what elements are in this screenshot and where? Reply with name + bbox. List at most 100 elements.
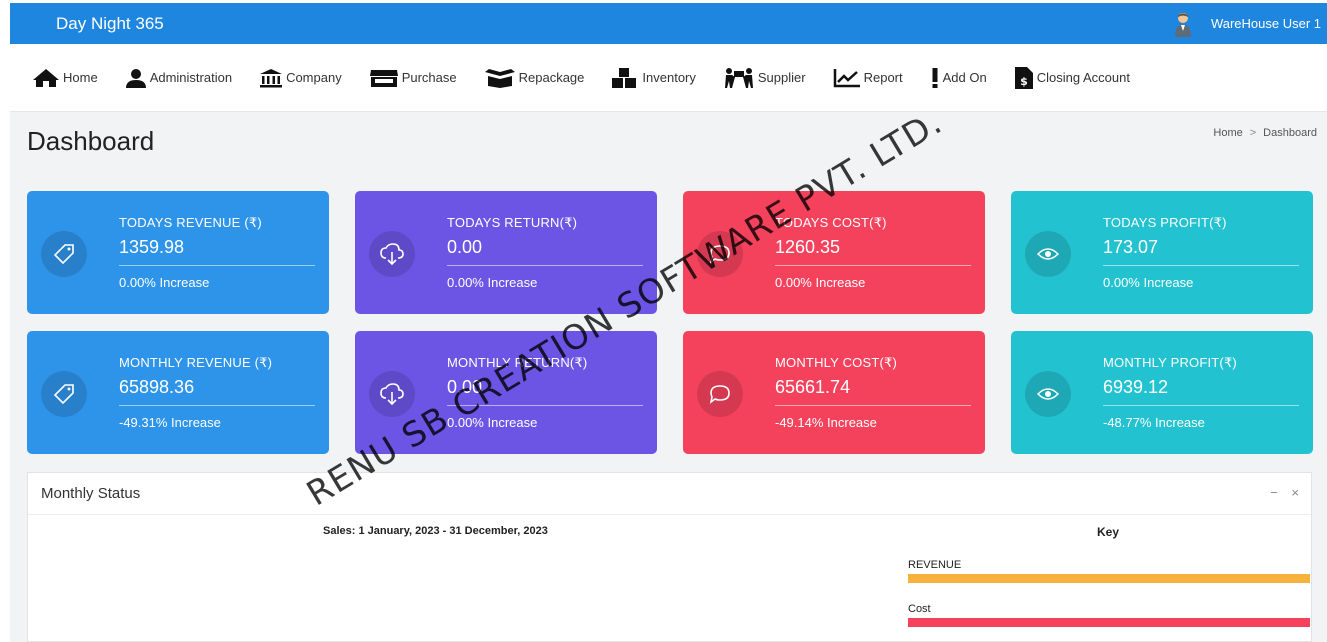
panel-tools: − × (1260, 485, 1299, 500)
page-title: Dashboard (27, 126, 155, 156)
nav-add-on-label: Add On (942, 70, 987, 85)
card-todays-revenue[interactable]: TODAYS REVENUE (₹) 1359.98 0.00% Increas… (27, 191, 329, 314)
card-value: 65661.74 (775, 377, 851, 397)
app-frame: Day Night 365 WareHouse User 1 Home Admi… (10, 3, 1327, 642)
card-change: 0.00% Increase (447, 275, 538, 290)
nav-administration[interactable]: Administration (125, 68, 232, 88)
eye-icon (1025, 371, 1071, 417)
card-value: 0.00 (447, 237, 483, 257)
nav-supplier[interactable]: Supplier (723, 67, 806, 89)
breadcrumb: Home > Dashboard (1213, 127, 1317, 139)
nav-supplier-label: Supplier (757, 70, 806, 85)
card-divider (775, 405, 971, 406)
card-label: TODAYS PROFIT(₹) (1103, 215, 1227, 230)
card-label: TODAYS RETURN(₹) (447, 215, 578, 230)
nav-purchase[interactable]: Purchase (369, 68, 457, 88)
card-label: MONTHLY REVENUE (₹) (119, 355, 273, 370)
card-todays-cost[interactable]: TODAYS COST(₹) 1260.35 0.00% Increase (683, 191, 985, 314)
card-monthly-revenue[interactable]: MONTHLY REVENUE (₹) 65898.36 -49.31% Inc… (27, 331, 329, 454)
card-divider (119, 405, 315, 406)
speech-bubble-icon (697, 231, 743, 277)
card-divider (1103, 265, 1299, 266)
card-todays-profit[interactable]: TODAYS PROFIT(₹) 173.07 0.00% Increase (1011, 191, 1313, 314)
top-bar: Day Night 365 WareHouse User 1 (10, 3, 1327, 44)
main-nav: Home Administration Company Purchase Rep… (10, 44, 1327, 112)
people-carry-icon (724, 67, 753, 88)
home-icon (33, 68, 59, 87)
speech-bubble-icon (697, 371, 743, 417)
eye-icon (1025, 231, 1071, 277)
bank-icon (260, 68, 283, 87)
nav-inventory-label: Inventory (642, 70, 696, 85)
app-brand[interactable]: Day Night 365 (10, 14, 164, 34)
card-divider (1103, 405, 1299, 406)
card-monthly-cost[interactable]: MONTHLY COST(₹) 65661.74 -49.14% Increas… (683, 331, 985, 454)
legend-label-revenue: REVENUE (908, 559, 962, 571)
breadcrumb-separator: > (1249, 127, 1257, 139)
nav-company[interactable]: Company (259, 68, 342, 88)
card-label: TODAYS COST(₹) (775, 215, 887, 230)
breadcrumb-home[interactable]: Home (1213, 127, 1242, 139)
key-title: Key (1097, 525, 1120, 539)
breadcrumb-current: Dashboard (1263, 127, 1317, 139)
nav-add-on[interactable]: Add On (930, 67, 987, 89)
card-change: 0.00% Increase (119, 275, 210, 290)
close-icon[interactable]: × (1291, 485, 1299, 500)
card-label: MONTHLY RETURN(₹) (447, 355, 588, 370)
nav-repackage-label: Repackage (518, 70, 585, 85)
card-change: -49.14% Increase (775, 415, 877, 430)
card-todays-return[interactable]: TODAYS RETURN(₹) 0.00 0.00% Increase (355, 191, 657, 314)
nav-company-label: Company (286, 70, 342, 85)
exclamation-icon (932, 67, 938, 88)
card-change: -48.77% Increase (1103, 415, 1205, 430)
tag-icon (41, 371, 87, 417)
user-menu[interactable]: WareHouse User 1 (1173, 3, 1327, 44)
svg-text:$: $ (1020, 75, 1028, 88)
user-icon (125, 68, 146, 88)
nav-repackage[interactable]: Repackage (484, 68, 585, 88)
card-value: 1359.98 (119, 237, 185, 257)
invoice-dollar-icon: $ (1014, 66, 1033, 89)
cloud-download-icon (369, 231, 415, 277)
card-label: MONTHLY PROFIT(₹) (1103, 355, 1237, 370)
user-name: WareHouse User 1 (1210, 16, 1321, 31)
nav-home-label: Home (63, 70, 98, 85)
tag-icon (41, 231, 87, 277)
card-label: MONTHLY COST(₹) (775, 355, 898, 370)
nav-home[interactable]: Home (32, 68, 98, 88)
boxes-icon (612, 67, 637, 88)
card-monthly-profit[interactable]: MONTHLY PROFIT(₹) 6939.12 -48.77% Increa… (1011, 331, 1313, 454)
sales-range-title: Sales: 1 January, 2023 - 31 December, 20… (323, 525, 548, 537)
nav-report[interactable]: Report (833, 68, 903, 88)
minimize-icon[interactable]: − (1270, 485, 1278, 500)
card-monthly-return[interactable]: MONTHLY RETURN(₹) 0.00 0.00% Increase (355, 331, 657, 454)
nav-inventory[interactable]: Inventory (611, 67, 696, 89)
card-divider (775, 265, 971, 266)
nav-closing-account-label: Closing Account (1036, 70, 1130, 85)
card-change: 0.00% Increase (775, 275, 866, 290)
card-value: 1260.35 (775, 237, 841, 257)
monthly-status-panel: Monthly Status − × Sales: 1 January, 202… (27, 472, 1312, 642)
card-divider (447, 405, 643, 406)
card-change: 0.00% Increase (1103, 275, 1194, 290)
legend-bar-revenue (908, 574, 1310, 583)
box-open-icon (484, 68, 515, 88)
card-label: TODAYS REVENUE (₹) (119, 215, 262, 230)
nav-closing-account[interactable]: $ Closing Account (1014, 66, 1130, 90)
legend-label-cost: Cost (908, 603, 931, 615)
card-divider (447, 265, 643, 266)
panel-header: Monthly Status − × (28, 473, 1311, 515)
legend-bar-cost (908, 618, 1310, 627)
card-change: -49.31% Increase (119, 415, 221, 430)
panel-title: Monthly Status (41, 485, 141, 502)
nav-administration-label: Administration (149, 70, 233, 85)
card-value: 6939.12 (1103, 377, 1169, 397)
card-divider (119, 265, 315, 266)
card-value: 65898.36 (119, 377, 195, 397)
page-header: Dashboard Home > Dashboard (10, 112, 1327, 187)
line-chart-icon (833, 68, 860, 87)
user-avatar-icon (1173, 11, 1193, 37)
card-change: 0.00% Increase (447, 415, 538, 430)
nav-report-label: Report (863, 70, 903, 85)
store-icon (369, 69, 398, 87)
